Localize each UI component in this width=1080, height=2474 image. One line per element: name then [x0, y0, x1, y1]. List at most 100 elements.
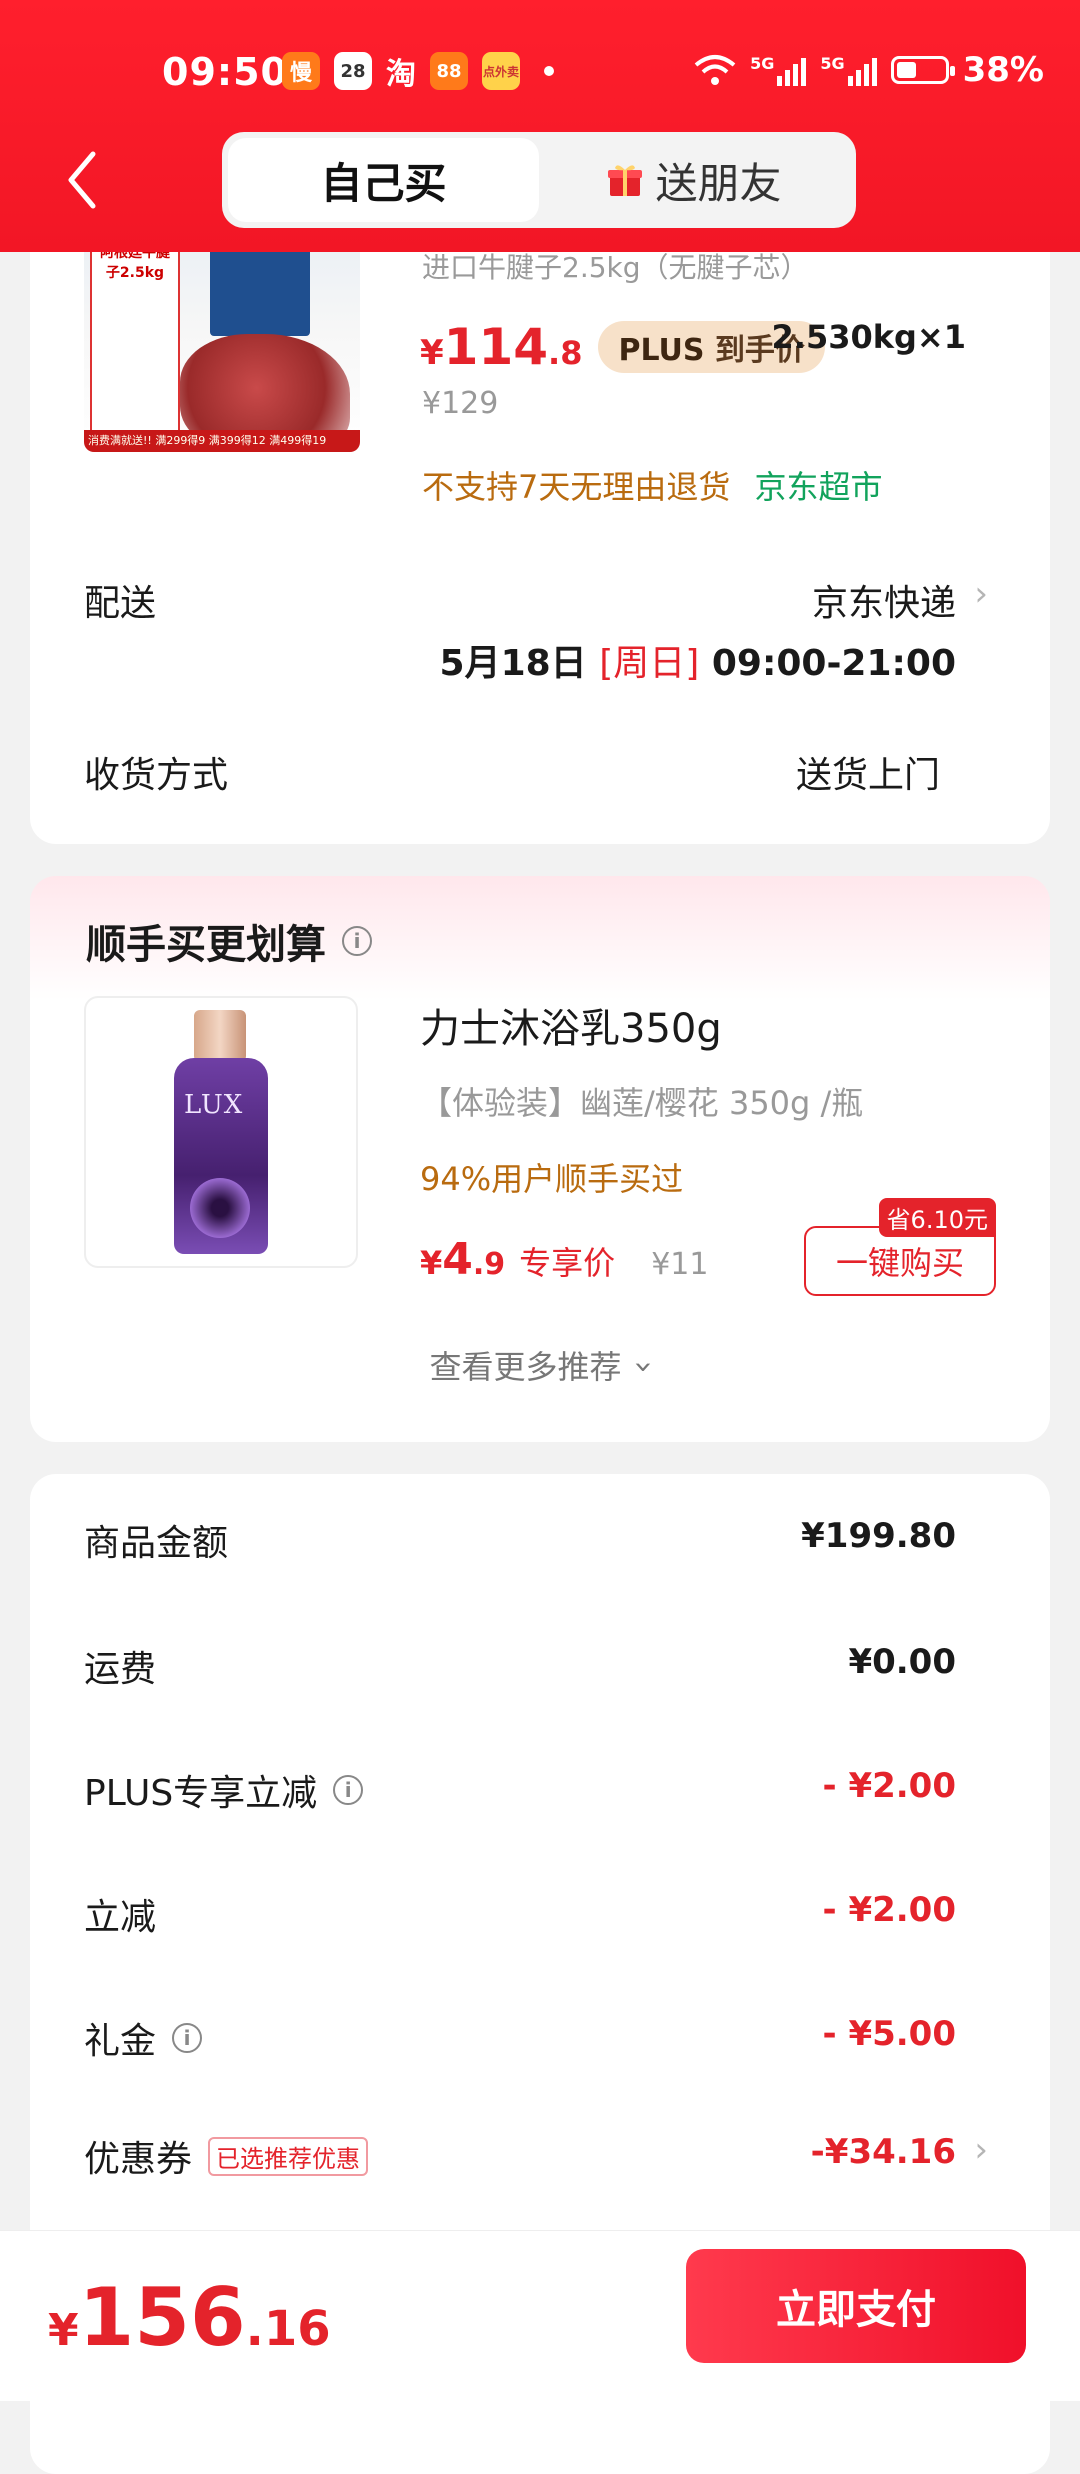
summary-label-text: 礼金	[84, 2021, 157, 2062]
summary-row-coupon[interactable]: 优惠券 已选推荐优惠 -¥34.16 ›	[30, 2130, 1050, 2190]
summary-value: ¥0.00	[848, 1642, 956, 1682]
tab-label: 自己买	[320, 158, 447, 208]
delivery-label: 配送	[84, 583, 157, 624]
summary-label-text: 运费	[84, 1649, 157, 1690]
info-icon[interactable]: i	[172, 2023, 203, 2053]
product-subtitle: 进口牛腱子2.5kg（无腱子芯）	[422, 251, 809, 284]
flower-graphic	[190, 1178, 250, 1238]
order-product-card: 阿根廷牛腱子2.5kg 消费满就送!! 满299得9 满399得12 满499得…	[30, 200, 1050, 844]
more-notifications-icon	[544, 66, 554, 76]
addon-product-spec: 【体验装】幽莲/樱花 350g /瓶	[420, 1084, 864, 1122]
back-button[interactable]	[52, 140, 112, 220]
summary-value: - ¥5.00	[822, 2014, 957, 2054]
info-icon[interactable]: i	[333, 1775, 364, 1805]
summary-label: 运费	[84, 1640, 156, 1692]
total-integer: 156	[78, 2271, 246, 2364]
delivery-weekday: [周日]	[599, 643, 700, 684]
status-time: 09:50	[162, 50, 288, 94]
product-quantity: 2.530kg×1	[771, 318, 966, 356]
summary-label: PLUS专享立减 i	[84, 1764, 364, 1816]
price-integer: 114	[443, 318, 549, 376]
summary-row-plus-discount: PLUS专享立减 i - ¥2.00	[30, 1764, 1050, 1824]
price-integer: 4	[442, 1234, 473, 1285]
tab-label: 送朋友	[655, 158, 782, 208]
more-recommendations-link[interactable]: 查看更多推荐 ›	[30, 1342, 1050, 1388]
addon-buy-group: 省6.10元 一键购买	[804, 1198, 996, 1296]
summary-row-goods-amount: 商品金额 ¥199.80	[30, 1514, 1050, 1574]
signal-5g-icon-2: 5G	[820, 54, 877, 86]
gift-icon	[608, 165, 643, 196]
tab-send-to-friend[interactable]: 送朋友	[539, 138, 850, 222]
summary-value: ¥199.80	[801, 1516, 956, 1556]
receive-method-label: 收货方式	[84, 755, 229, 796]
battery-icon	[890, 56, 955, 84]
app-icon-88: 88	[430, 52, 468, 90]
summary-value: - ¥2.00	[822, 1766, 957, 1806]
order-total: ¥ 156 .16	[48, 2271, 331, 2364]
delivery-time[interactable]: 5月18日 [周日] 09:00-21:00	[440, 634, 956, 686]
info-icon[interactable]: i	[342, 926, 372, 956]
lux-logo: LUX	[184, 1090, 244, 1120]
battery-percent: 38%	[962, 50, 1044, 90]
lux-bottle: LUX	[174, 1010, 268, 1254]
total-decimal: .16	[245, 2301, 331, 2357]
summary-label-text: PLUS专享立减	[84, 1773, 318, 1814]
summary-label: 优惠券 已选推荐优惠	[84, 2130, 369, 2182]
chevron-down-icon: ›	[625, 1360, 664, 1374]
signal-5g-icon-1: 5G	[750, 54, 807, 86]
original-price: ¥129	[422, 386, 499, 421]
price-decimal: .9	[472, 1247, 506, 1282]
more-reco-label: 查看更多推荐	[429, 1348, 622, 1386]
summary-row-gift-money: 礼金 i - ¥5.00	[30, 2012, 1050, 2072]
addon-recommendation-card: 顺手买更划算 i LUX 力士沐浴乳350g 【体验装】幽莲/樱花 350g /…	[30, 876, 1050, 1442]
addon-price: ¥ 4 .9 专享价 ¥11	[420, 1234, 708, 1285]
addon-title-text: 顺手买更划算	[86, 922, 326, 968]
product-image-tag: 阿根廷牛腱子2.5kg	[90, 236, 180, 440]
exclusive-price-label: 专享价	[519, 1244, 616, 1282]
purchase-mode-switch: 自己买 送朋友	[222, 132, 856, 228]
summary-label: 立减	[84, 1888, 156, 1940]
addon-social-proof: 94%用户顺手买过	[420, 1160, 684, 1198]
total-symbol: ¥	[48, 2305, 79, 2356]
addon-section-title: 顺手买更划算 i	[86, 912, 372, 970]
status-bar: 09:50 慢 28 淘 88 点外卖 5G 5G 38%	[0, 40, 1080, 110]
delivery-window: 09:00-21:00	[711, 643, 956, 684]
summary-row-instant-discount: 立减 - ¥2.00	[30, 1888, 1050, 1948]
price-symbol: ¥	[420, 333, 444, 373]
chevron-left-icon	[68, 151, 96, 209]
plus-label: PLUS	[618, 333, 705, 368]
status-indicators: 5G 5G 38%	[694, 50, 1044, 90]
delivery-date: 5月18日	[439, 643, 587, 684]
delivery-carrier: 京东快递	[811, 583, 956, 624]
header: 09:50 慢 28 淘 88 点外卖 5G 5G 38% 自己买 送朋友	[0, 0, 1080, 252]
app-icon-taobao: 淘	[386, 57, 416, 92]
price-decimal: .8	[548, 334, 583, 372]
receive-method-value[interactable]: 送货上门	[796, 746, 940, 798]
tab-buy-for-self[interactable]: 自己买	[228, 138, 539, 222]
return-policy-row: 不支持7天无理由退货 京东超市	[422, 462, 883, 508]
chevron-right-icon: ›	[974, 574, 988, 614]
coupon-selected-tag: 已选推荐优惠	[208, 2136, 369, 2176]
summary-value: -¥34.16	[810, 2132, 956, 2172]
summary-row-shipping: 运费 ¥0.00	[30, 1640, 1050, 1700]
chevron-right-icon: ›	[974, 2130, 988, 2170]
app-icon-man: 慢	[282, 52, 320, 90]
product-price: ¥ 114 .8 PLUS 到手价	[420, 318, 825, 376]
addon-product-image[interactable]: LUX	[84, 996, 358, 1268]
return-policy: 不支持7天无理由退货	[422, 468, 731, 506]
summary-label-text: 商品金额	[84, 1523, 229, 1564]
summary-value: - ¥2.00	[822, 1890, 957, 1930]
summary-label-text: 立减	[84, 1897, 157, 1938]
addon-product-name[interactable]: 力士沐浴乳350g	[420, 996, 722, 1054]
price-symbol: ¥	[420, 1244, 443, 1282]
pay-now-button[interactable]: 立即支付	[686, 2249, 1026, 2363]
summary-label-text: 优惠券	[84, 2139, 193, 2180]
summary-label: 礼金 i	[84, 2012, 203, 2064]
summary-label: 商品金额	[84, 1514, 228, 1566]
app-icon-takeout: 点外卖	[482, 52, 520, 90]
save-badge: 省6.10元	[878, 1198, 996, 1237]
wifi-icon	[694, 55, 736, 85]
status-app-icons: 慢 28 淘 88 点外卖	[282, 52, 554, 92]
app-icon-calendar: 28	[334, 52, 372, 90]
bottle-cap	[194, 1010, 246, 1062]
